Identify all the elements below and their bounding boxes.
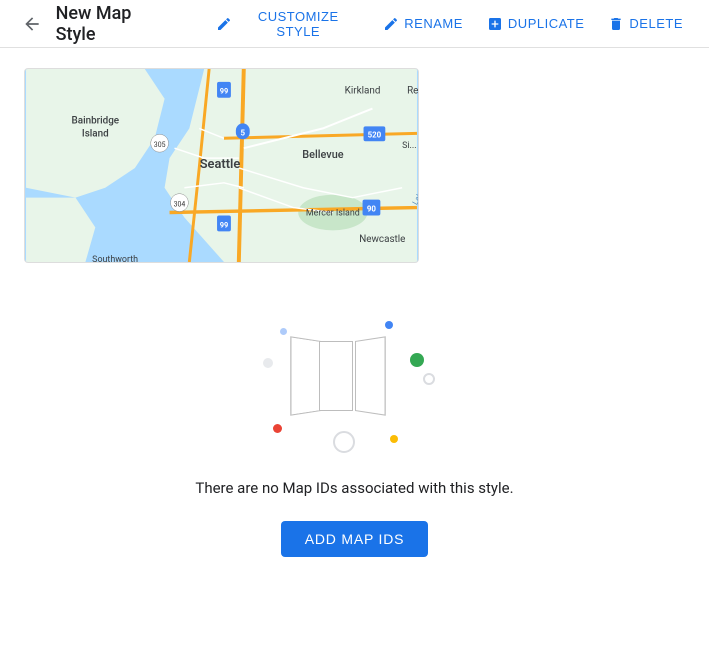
svg-text:304: 304: [174, 201, 186, 209]
svg-text:99: 99: [220, 87, 229, 96]
svg-text:5: 5: [241, 128, 246, 137]
svg-text:Island: Island: [82, 128, 109, 139]
empty-state-message: There are no Map IDs associated with thi…: [195, 479, 513, 497]
svg-text:Seattle: Seattle: [200, 157, 241, 172]
yellow-dot: [390, 435, 398, 443]
trash-icon: [608, 16, 624, 32]
red-dot: [273, 424, 282, 433]
svg-text:90: 90: [367, 205, 377, 214]
delete-label: DELETE: [629, 16, 683, 31]
svg-text:Si...: Si...: [402, 141, 416, 151]
customize-style-button[interactable]: CUSTOMIZE STYLE: [206, 3, 369, 45]
rename-label: RENAME: [404, 16, 463, 31]
page-header: New Map Style CUSTOMIZE STYLE RENAME: [0, 0, 709, 48]
main-content: 304 305 99 99 5 90 520 Bainbridge Island…: [0, 48, 709, 597]
map-illustration: [245, 303, 465, 463]
green-dot: [410, 353, 424, 367]
delete-button[interactable]: DELETE: [598, 10, 693, 38]
light-blue-dot: [280, 328, 287, 335]
duplicate-icon: [487, 16, 503, 32]
folded-map-icon: [293, 341, 383, 411]
rename-icon: [383, 16, 399, 32]
svg-text:Bainbridge: Bainbridge: [72, 115, 120, 126]
light-gray-dot: [263, 358, 273, 368]
outline-dot-right: [423, 373, 435, 385]
svg-text:Mercer Island: Mercer Island: [306, 208, 360, 218]
duplicate-label: DUPLICATE: [508, 16, 585, 31]
svg-text:Bellevue: Bellevue: [302, 148, 343, 161]
svg-text:520: 520: [368, 130, 382, 139]
svg-text:Kirkland: Kirkland: [345, 86, 381, 97]
outline-dot-bottom: [333, 431, 355, 453]
svg-text:99: 99: [220, 220, 229, 229]
rename-button[interactable]: RENAME: [373, 10, 473, 38]
blue-dot: [385, 321, 393, 329]
svg-text:Redmond: Redmond: [407, 86, 418, 97]
empty-state: There are no Map IDs associated with thi…: [24, 283, 685, 577]
customize-style-label: CUSTOMIZE STYLE: [237, 9, 359, 39]
duplicate-button[interactable]: DUPLICATE: [477, 10, 595, 38]
pencil-icon: [216, 16, 232, 32]
header-actions: CUSTOMIZE STYLE RENAME DUPLICATE: [206, 3, 693, 45]
add-map-ids-button[interactable]: ADD MAP IDS: [281, 521, 429, 557]
svg-text:Newcastle: Newcastle: [359, 234, 405, 245]
svg-text:305: 305: [154, 141, 166, 149]
map-preview: 304 305 99 99 5 90 520 Bainbridge Island…: [24, 68, 419, 263]
back-button[interactable]: [16, 8, 48, 40]
page-title: New Map Style: [56, 3, 175, 45]
svg-text:Southworth: Southworth: [92, 255, 138, 262]
